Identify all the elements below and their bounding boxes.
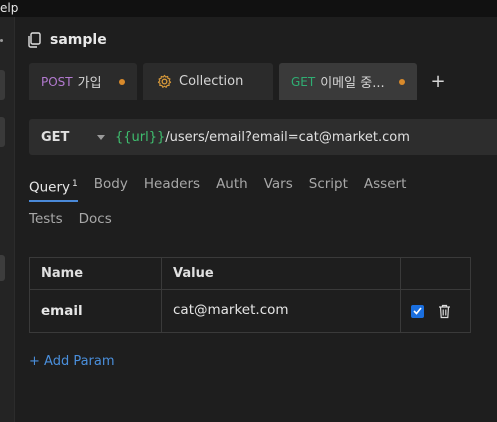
param-actions [401, 290, 470, 332]
tab-get-email-check[interactable]: GET 이메일 중... [279, 63, 417, 100]
column-header-name: Name [30, 258, 162, 289]
tab-label: 이메일 중... [320, 76, 385, 91]
column-header-actions [401, 258, 470, 289]
url-variable: {{url}} [115, 129, 166, 145]
sidebar-edge [0, 17, 15, 422]
param-name-field[interactable]: email [30, 290, 162, 332]
tab-label: Collection [179, 74, 244, 89]
tab-method: POST [41, 74, 73, 89]
sidebar-item-stub[interactable] [0, 117, 5, 147]
column-header-value: Value [162, 258, 401, 289]
tab-query[interactable]: Query 1 [29, 172, 78, 202]
new-tab-button[interactable]: + [423, 63, 453, 100]
trash-icon[interactable] [438, 304, 451, 319]
tab-assert[interactable]: Assert [364, 172, 406, 202]
tab-body[interactable]: Body [94, 172, 128, 202]
method-select[interactable]: GET [41, 130, 97, 145]
param-value-field[interactable]: cat@market.com [162, 290, 401, 332]
query-count-badge: 1 [72, 179, 78, 189]
collection-title: sample [50, 32, 107, 48]
unsaved-dot [399, 78, 405, 85]
tab-headers[interactable]: Headers [144, 172, 200, 202]
unsaved-dot [119, 78, 125, 85]
sidebar-item-stub[interactable] [0, 255, 5, 281]
request-section-tabs: Query 1 Body Headers Auth Vars Script Ass… [29, 172, 479, 241]
tab-tests[interactable]: Tests [29, 207, 63, 237]
sidebar-dot [0, 39, 3, 42]
tab-script[interactable]: Script [309, 172, 348, 202]
request-tabs-bar: POST 가입 Collection GET 이메일 중... + [29, 63, 453, 100]
tab-vars[interactable]: Vars [264, 172, 293, 202]
tab-auth[interactable]: Auth [216, 172, 248, 202]
menu-bar: elp [0, 0, 497, 17]
app-window: elp sample POST 가입 Collection GET 이메일 중.… [0, 0, 497, 422]
param-enabled-checkbox[interactable] [411, 304, 424, 318]
url-path: /users/email?email=cat@market.com [165, 129, 410, 145]
sidebar-item-stub[interactable] [0, 70, 5, 100]
table-header: Name Value [30, 258, 470, 290]
tab-collection[interactable]: Collection [143, 63, 273, 100]
copy-icon [28, 32, 41, 48]
query-params-table: Name Value email cat@market.com [29, 257, 471, 333]
tab-docs[interactable]: Docs [79, 207, 112, 237]
tab-method: GET [291, 74, 316, 89]
table-row: email cat@market.com [30, 290, 470, 332]
collection-header: sample [27, 30, 107, 50]
menu-help[interactable]: elp [0, 0, 18, 16]
chevron-down-icon[interactable] [97, 134, 105, 140]
url-bar: GET {{url}}/users/email?email=cat@market… [29, 119, 497, 155]
check-icon [413, 307, 422, 315]
gear-icon [157, 74, 172, 88]
add-param-button[interactable]: + Add Param [29, 354, 115, 369]
tab-query-label: Query [29, 179, 71, 196]
request-panel: sample POST 가입 Collection GET 이메일 중... + [15, 17, 497, 422]
tab-label: 가입 [77, 76, 102, 91]
tab-post-signup[interactable]: POST 가입 [29, 63, 137, 100]
url-input[interactable]: {{url}}/users/email?email=cat@market.com [115, 130, 410, 145]
